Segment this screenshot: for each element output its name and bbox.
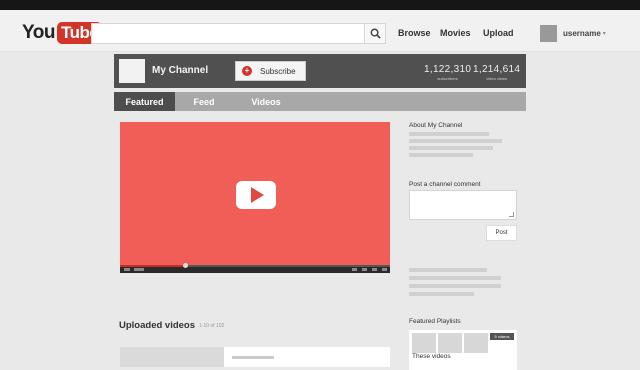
fullscreen-icon[interactable] xyxy=(382,268,387,271)
channel-name: My Channel xyxy=(152,65,209,76)
sidebar-text-line xyxy=(409,292,474,296)
search-button[interactable] xyxy=(364,24,385,43)
logo-you-text: You xyxy=(22,22,55,43)
playlist-thumbnail xyxy=(464,333,488,353)
play-control-icon[interactable] xyxy=(124,268,130,271)
quality-icon[interactable] xyxy=(352,268,357,271)
sidebar-text-line xyxy=(409,268,487,272)
nav-upload[interactable]: Upload xyxy=(483,28,514,38)
post-button[interactable]: Post xyxy=(486,225,517,241)
search-icon xyxy=(370,28,381,39)
featured-playlists-heading: Featured Playlists xyxy=(409,318,461,325)
popout-icon[interactable] xyxy=(372,268,377,271)
subscribe-plus-icon: + xyxy=(242,66,252,76)
sidebar-text-line xyxy=(409,284,501,288)
user-avatar xyxy=(540,24,557,42)
subscribe-button[interactable]: + Subscribe xyxy=(235,61,306,81)
search-input[interactable] xyxy=(92,25,362,44)
user-menu[interactable]: username ▾ xyxy=(540,23,614,43)
progress-fill xyxy=(120,265,185,267)
settings-icon[interactable] xyxy=(362,268,367,271)
channel-tabs: Featured Feed Videos xyxy=(114,92,526,111)
playlist-video-count-badge: 5 videos xyxy=(490,333,514,340)
tab-featured[interactable]: Featured xyxy=(114,92,175,111)
subscriber-count: 1,122,310 xyxy=(424,64,472,75)
search-box xyxy=(91,23,386,44)
views-stat: 1,214,614 video views xyxy=(473,64,520,81)
about-text-line xyxy=(409,132,489,136)
channel-avatar[interactable] xyxy=(119,59,145,83)
resize-handle-icon[interactable] xyxy=(509,212,514,217)
browser-top-strip xyxy=(0,0,640,10)
views-label: video views xyxy=(486,76,507,81)
volume-icon[interactable] xyxy=(134,268,144,271)
uploaded-videos-title: Uploaded videos xyxy=(119,320,196,331)
subscriber-label: subscribers xyxy=(437,76,458,81)
play-button[interactable] xyxy=(236,181,276,209)
player-controls xyxy=(120,263,390,273)
comment-textarea[interactable] xyxy=(409,190,517,220)
playlist-card[interactable]: 5 videos These videos xyxy=(409,330,517,370)
comment-heading: Post a channel comment xyxy=(409,181,481,188)
video-player[interactable] xyxy=(120,122,390,273)
about-text-line xyxy=(409,153,473,157)
channel-header: My Channel + Subscribe 1,122,310 subscri… xyxy=(114,54,526,88)
uploaded-videos-count: 1-10 of 102 xyxy=(199,323,225,329)
sidebar-text-line xyxy=(409,276,501,280)
tab-feed[interactable]: Feed xyxy=(185,92,223,111)
nav-browse[interactable]: Browse xyxy=(398,28,431,38)
video-list-item[interactable] xyxy=(120,347,390,367)
subscribe-label: Subscribe xyxy=(260,66,296,76)
about-text-line xyxy=(409,139,502,143)
tab-videos[interactable]: Videos xyxy=(242,92,290,111)
nav-movies[interactable]: Movies xyxy=(440,28,471,38)
about-text-line xyxy=(409,146,493,150)
playlist-thumbnail xyxy=(412,333,436,353)
masthead: You Tube Browse Movies Upload username ▾ xyxy=(0,10,640,52)
progress-bar[interactable] xyxy=(120,263,390,268)
view-count: 1,214,614 xyxy=(473,64,521,75)
about-heading: About My Channel xyxy=(409,122,463,129)
play-icon xyxy=(251,187,264,203)
playlist-thumbnail xyxy=(438,333,462,353)
video-thumbnail[interactable] xyxy=(120,347,224,367)
chevron-down-icon: ▾ xyxy=(602,30,606,37)
username-label: username xyxy=(563,28,601,38)
video-title-placeholder xyxy=(232,356,274,359)
scrub-handle[interactable] xyxy=(182,263,188,268)
playlist-title: These videos xyxy=(412,353,451,360)
subscriber-stat: 1,122,310 subscribers xyxy=(424,64,471,81)
